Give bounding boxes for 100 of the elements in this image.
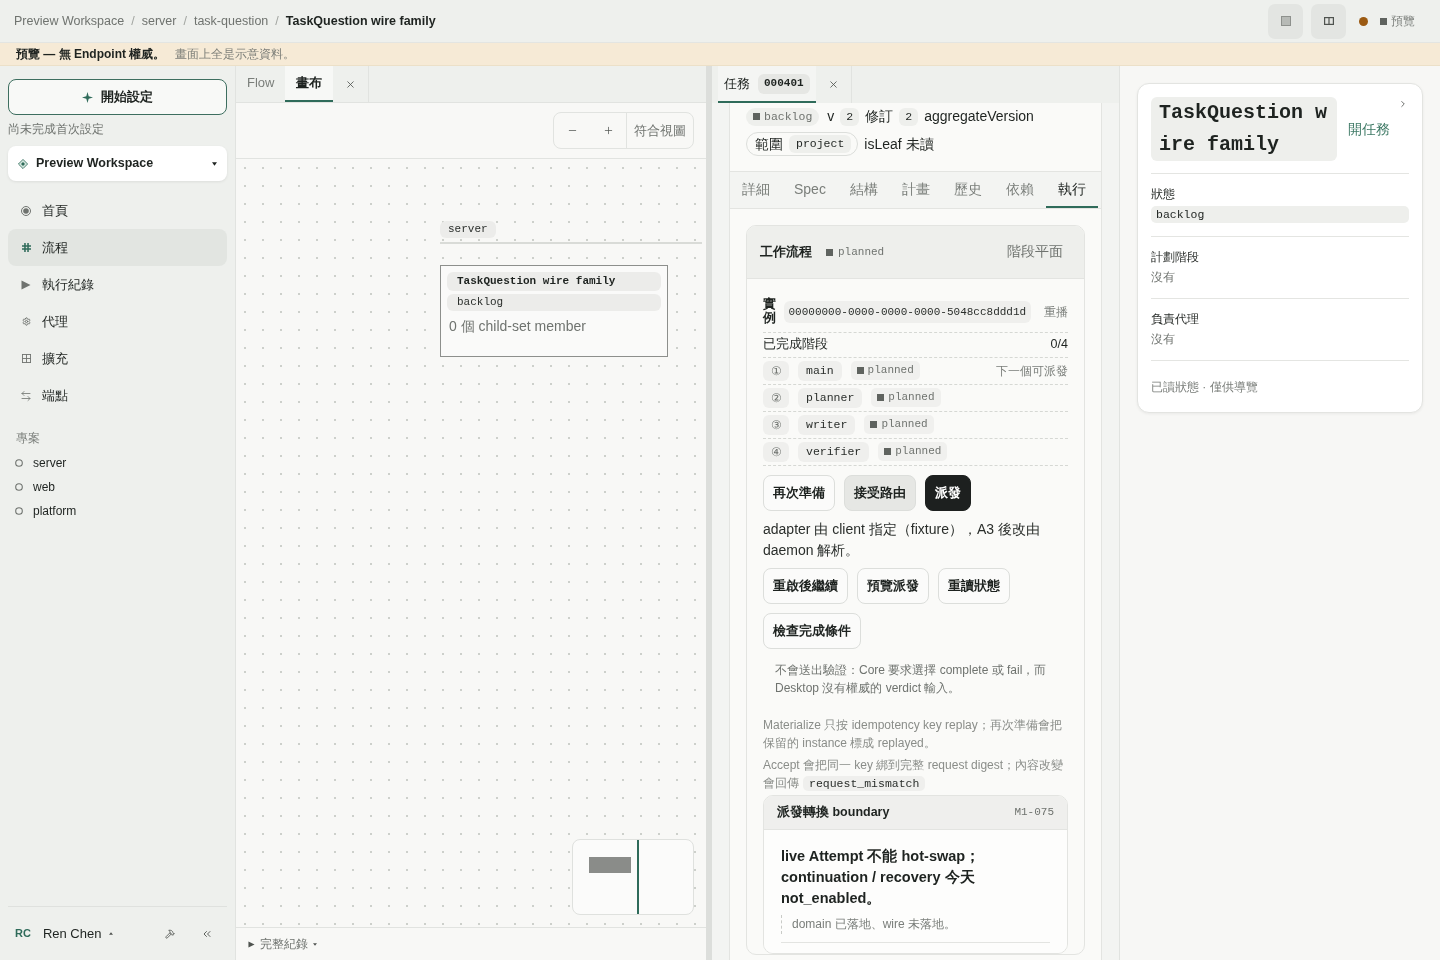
revision-number: 2 [899,107,919,126]
status-square-icon [870,421,878,428]
status-label: planned [881,417,928,433]
tab[interactable]: 任務 000401 [718,66,816,103]
action-button[interactable]: 預覽派發 [857,567,929,604]
warning-note: 不會送出驗證：Core 要求選擇 complete 或 fail，而 Desktop 沒有權威的 verdict 輸入。 [774,661,1048,697]
aggregate-version-label: aggregateVersion [924,107,1034,126]
stage-number: ② [763,387,789,408]
inspector-title: TaskQuestion wire family [1151,97,1337,161]
columns-icon [1323,17,1334,25]
field-value: backlog [1151,206,1409,223]
field-label: 計劃階段 [1151,249,1200,265]
status-square-icon [856,367,864,374]
split-view-button[interactable] [1311,3,1346,39]
task-node[interactable]: TaskQuestion wire family backlog 0 個 child-set member [440,265,668,357]
square-icon [1380,17,1387,25]
setup-button[interactable]: 開始設定 [8,79,227,115]
breadcrumb-link[interactable]: task-question [193,11,269,31]
revision-label: 修訂 [865,107,894,126]
leaf-status: isLeaf 未讀 [864,134,934,154]
info-note: Accept 會把同一 key 綁到完整 request digest；內容改變會回傳 request_mismatch [763,756,1065,793]
preview-mode-label: 預覽 [1391,13,1415,30]
squared-plus-icon [21,354,31,363]
nav-item[interactable]: 流程 [8,229,227,266]
hash-icon [21,243,31,252]
fit-view-button[interactable]: 符合視圖 [626,113,693,148]
status-label: backlog [764,108,813,125]
open-task-link[interactable]: 開任務 [1348,118,1390,140]
gear-icon [21,317,31,326]
completed-label: 已完成階段 [763,336,828,354]
node-status: backlog [447,294,661,311]
arrows-left-right-icon [20,389,32,402]
tab[interactable]: Spec [782,172,838,208]
status-square-icon [826,248,833,256]
stage-number: ① [763,360,789,381]
tab[interactable]: 執行 [1045,172,1098,208]
status-label: planned [888,390,935,406]
resize-handle[interactable] [706,66,712,960]
square-icon [1280,16,1291,26]
caret-down-icon [313,942,317,946]
workspace-selector[interactable]: Preview Workspace [8,146,227,181]
boundary-statement: live Attempt 不能 hot-swap；continuation / recovery 今天 not_enabled。 [781,846,982,908]
action-button[interactable]: 重啟後繼續 [763,567,848,604]
tab[interactable]: 結構 [837,172,890,208]
node-title: TaskQuestion wire family [447,272,661,291]
circle-icon [15,483,23,491]
status-label: planned [838,244,885,260]
node-member-count: 0 個 child-set member [448,317,587,336]
tab[interactable]: 計畫 [889,172,942,208]
tab[interactable]: 依賴 [993,172,1046,208]
breadcrumb-link[interactable]: Preview Workspace [14,11,125,31]
instance-id: 00000000-0000-0000-0000-5048cc8ddd1d [783,300,1032,323]
tab[interactable]: 畫布 [285,66,334,102]
action-button[interactable]: 再次準備 [763,474,835,511]
project-item[interactable]: web [8,475,227,499]
banner-title: 預覽 — 無 Endpoint 權威。 [16,46,166,63]
action-button[interactable]: 接受路由 [844,474,916,511]
field-value: 沒有 [1151,331,1176,347]
section-label: 專案 [15,430,41,447]
stage-number: ④ [763,441,789,462]
play-icon [21,279,31,290]
status-label: planned [895,444,942,460]
close-icon [345,78,357,90]
user-menu-button[interactable]: Ren Chen [42,923,114,944]
tab[interactable]: Flow [236,66,286,102]
radio-dot-icon [21,205,31,216]
caret-up-icon [109,932,114,935]
full-log-toggle[interactable]: 完整紀錄 [248,935,317,953]
completed-count: 0/4 [1050,336,1068,354]
breadcrumb-separator: / [183,12,187,30]
chevron-right-icon [1398,99,1408,109]
play-icon [248,940,255,948]
field-label: 狀態 [1151,186,1176,202]
panel-toggle-button[interactable] [1268,3,1303,39]
status-square-icon [753,113,760,120]
hammer-icon [165,928,175,939]
replay-link[interactable]: 重播 [1044,302,1068,321]
version-number: 2 [840,107,860,126]
nav-item[interactable]: 執行紀錄 [8,266,227,303]
stage-note: 下一個可派發 [996,362,1068,380]
status-square-icon [884,448,892,455]
action-button[interactable]: 檢查完成條件 [763,612,861,649]
nav-item[interactable]: 代理 [8,303,227,340]
action-button[interactable]: 重讀狀態 [938,567,1010,604]
stage-name: planner [798,387,863,408]
project-item[interactable]: platform [8,499,227,523]
action-button[interactable]: 派發 [925,474,971,511]
nav-item[interactable]: 端點 [8,377,227,414]
project-item[interactable]: server [8,451,227,475]
breadcrumb-link[interactable]: server [141,11,177,31]
inspector-footer: 已讀狀態 · 僅供導覽 [1151,380,1258,394]
nav-item[interactable]: 首頁 [8,192,227,229]
caret-down-icon [212,161,217,166]
stage-name: writer [798,414,856,435]
tab[interactable]: 詳細 [730,172,782,208]
stage-name: main [798,360,842,381]
status-label: planned [867,363,914,379]
nav-item[interactable]: 擴充 [8,340,227,377]
close-icon [827,79,839,90]
tab[interactable]: 歷史 [941,172,994,208]
